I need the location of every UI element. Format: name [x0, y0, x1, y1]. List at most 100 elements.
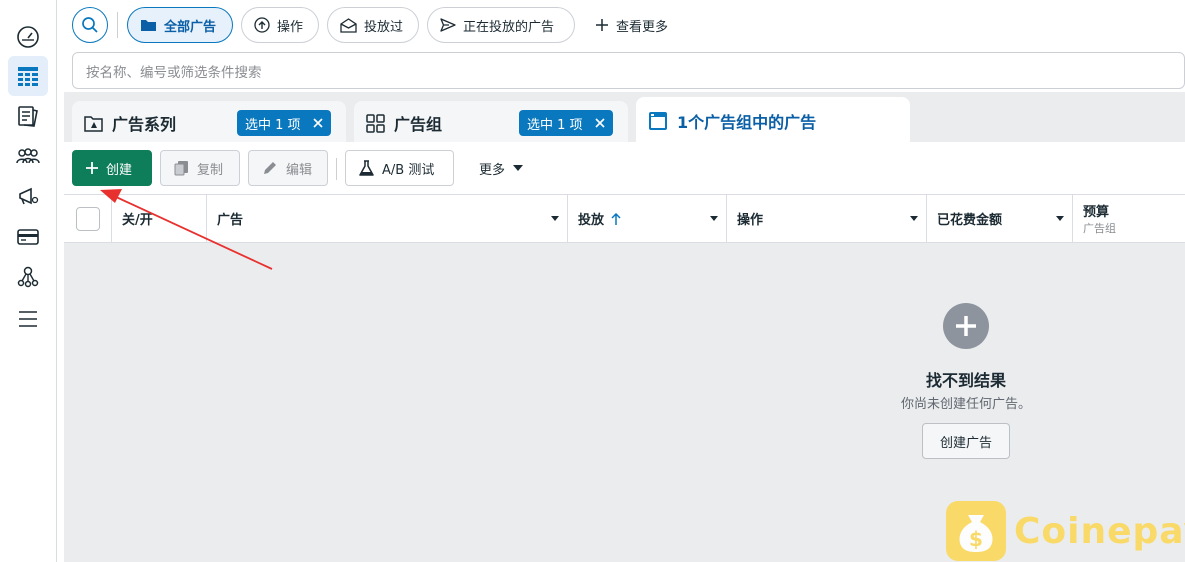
people-icon — [16, 148, 40, 164]
filter-all-ads[interactable]: 全部广告 — [127, 7, 233, 43]
close-icon[interactable] — [312, 118, 323, 128]
duplicate-label: 复制 — [197, 162, 224, 178]
tab-campaigns[interactable]: 广告系列 选中 1 项 — [72, 101, 346, 145]
column-delivery[interactable]: 投放 — [568, 195, 727, 242]
campaign-folder-icon — [84, 115, 103, 132]
nav-ads-manager[interactable] — [8, 56, 48, 96]
tab-ads[interactable]: 1个广告组中的广告 — [636, 97, 910, 145]
empty-plus-icon — [943, 303, 989, 349]
ab-test-button[interactable]: A/B 测试 — [345, 150, 454, 186]
copy-icon — [174, 161, 188, 176]
nav-campaigns[interactable] — [8, 176, 48, 216]
filter-delivered[interactable]: 投放过 — [327, 7, 419, 43]
filter-bar: 全部广告 操作 投放过 正在投放的广告 查看更多 — [64, 0, 1185, 50]
column-budget-sublabel: 广告组 — [1083, 222, 1116, 235]
nav-billing[interactable] — [8, 217, 48, 257]
svg-text:$: $ — [969, 527, 983, 551]
column-actions[interactable]: 操作 — [727, 195, 927, 242]
column-amount-spent-label: 已花费金额 — [937, 213, 1003, 228]
folder-icon — [141, 20, 156, 31]
column-delivery-label: 投放 — [578, 213, 605, 228]
divider — [117, 12, 118, 38]
filter-all-ads-label: 全部广告 — [164, 19, 217, 35]
empty-state-subtitle: 你尚未创建任何广告。 — [900, 397, 1031, 412]
duplicate-button[interactable]: 复制 — [160, 150, 240, 186]
grid-icon — [366, 113, 385, 133]
upload-circle-icon — [254, 17, 270, 33]
ad-window-icon — [649, 112, 667, 130]
more-label: 更多 — [479, 162, 506, 178]
tab-adsets-label: 广告组 — [394, 115, 443, 134]
select-all-checkbox[interactable] — [76, 207, 100, 231]
pencil-icon — [264, 162, 276, 174]
create-button[interactable]: 创建 — [72, 150, 152, 186]
campaigns-selected-text: 选中 1 项 — [245, 117, 301, 133]
create-ad-label: 创建广告 — [939, 435, 992, 451]
caret-down-icon[interactable] — [551, 216, 559, 221]
edit-button[interactable]: 编辑 — [248, 150, 328, 186]
nav-menu[interactable] — [8, 299, 48, 339]
edit-label: 编辑 — [286, 162, 313, 178]
ab-test-label: A/B 测试 — [382, 162, 435, 178]
caret-down-icon[interactable] — [1056, 216, 1064, 221]
column-ad-label: 广告 — [217, 213, 244, 228]
nav-overview[interactable] — [8, 17, 48, 57]
nav-business-tools[interactable] — [8, 257, 48, 297]
toolbar-divider — [336, 158, 337, 180]
column-ad[interactable]: 广告 — [207, 195, 568, 242]
sort-ascending-icon — [611, 212, 621, 225]
credit-card-icon — [17, 229, 39, 245]
filter-actions-label: 操作 — [277, 19, 304, 35]
column-actions-label: 操作 — [737, 213, 764, 228]
hamburger-menu-icon — [19, 311, 37, 327]
create-label: 创建 — [106, 162, 133, 178]
adsets-selected-badge[interactable]: 选中 1 项 — [519, 110, 613, 136]
filter-delivered-label: 投放过 — [364, 19, 404, 35]
column-budget-label: 预算 — [1083, 205, 1110, 220]
table-icon — [18, 67, 38, 86]
search-icon — [82, 17, 98, 33]
plus-icon — [86, 162, 98, 174]
empty-state-title: 找不到结果 — [925, 371, 1006, 390]
gauge-icon — [17, 26, 39, 48]
search-button[interactable] — [72, 7, 108, 43]
envelope-icon — [340, 17, 357, 33]
column-toggle-label: 关/开 — [122, 213, 153, 228]
table-header: 关/开 广告 投放 操作 已花费金额 预算 广告组 — [64, 194, 1185, 243]
caret-down-icon[interactable] — [910, 216, 918, 221]
watermark-text: Coinepay — [1014, 510, 1185, 552]
search-placeholder: 按名称、编号或筛选条件搜索 — [86, 64, 262, 81]
see-more-label: 查看更多 — [616, 19, 669, 35]
filter-active-ads[interactable]: 正在投放的广告 — [427, 7, 575, 43]
column-amount-spent[interactable]: 已花费金额 — [927, 195, 1073, 242]
more-dropdown[interactable]: 更多 — [466, 150, 536, 186]
tab-ads-label: 1个广告组中的广告 — [677, 113, 817, 132]
plus-icon — [956, 316, 976, 336]
watermark: $ Coinepay — [946, 500, 1185, 562]
megaphone-icon — [19, 187, 39, 205]
close-icon[interactable] — [594, 118, 605, 128]
nav-audiences[interactable] — [8, 136, 48, 176]
caret-down-icon[interactable] — [710, 216, 718, 221]
tab-campaigns-label: 广告系列 — [112, 115, 177, 134]
select-all-cell — [64, 195, 112, 242]
nav-pages[interactable] — [8, 96, 48, 136]
column-toggle[interactable]: 关/开 — [112, 195, 207, 242]
network-icon — [17, 266, 39, 288]
filter-actions[interactable]: 操作 — [241, 7, 319, 43]
see-more-filters[interactable]: 查看更多 — [596, 7, 668, 43]
search-input[interactable]: 按名称、编号或筛选条件搜索 — [72, 52, 1185, 89]
money-bag-logo-icon: $ — [946, 501, 1006, 561]
adsets-selected-text: 选中 1 项 — [527, 117, 583, 133]
create-ad-button[interactable]: 创建广告 — [922, 423, 1010, 459]
left-nav-rail — [0, 0, 57, 562]
flask-icon — [359, 159, 374, 176]
campaigns-selected-badge[interactable]: 选中 1 项 — [237, 110, 331, 136]
send-icon — [440, 18, 456, 32]
action-toolbar: 创建 复制 编辑 A/B 测试 更多 — [64, 142, 1185, 194]
caret-down-icon — [513, 165, 524, 171]
tab-adsets[interactable]: 广告组 选中 1 项 — [354, 101, 628, 145]
plus-icon — [596, 19, 608, 31]
column-budget[interactable]: 预算 广告组 — [1073, 195, 1185, 242]
filter-active-ads-label: 正在投放的广告 — [463, 19, 555, 35]
